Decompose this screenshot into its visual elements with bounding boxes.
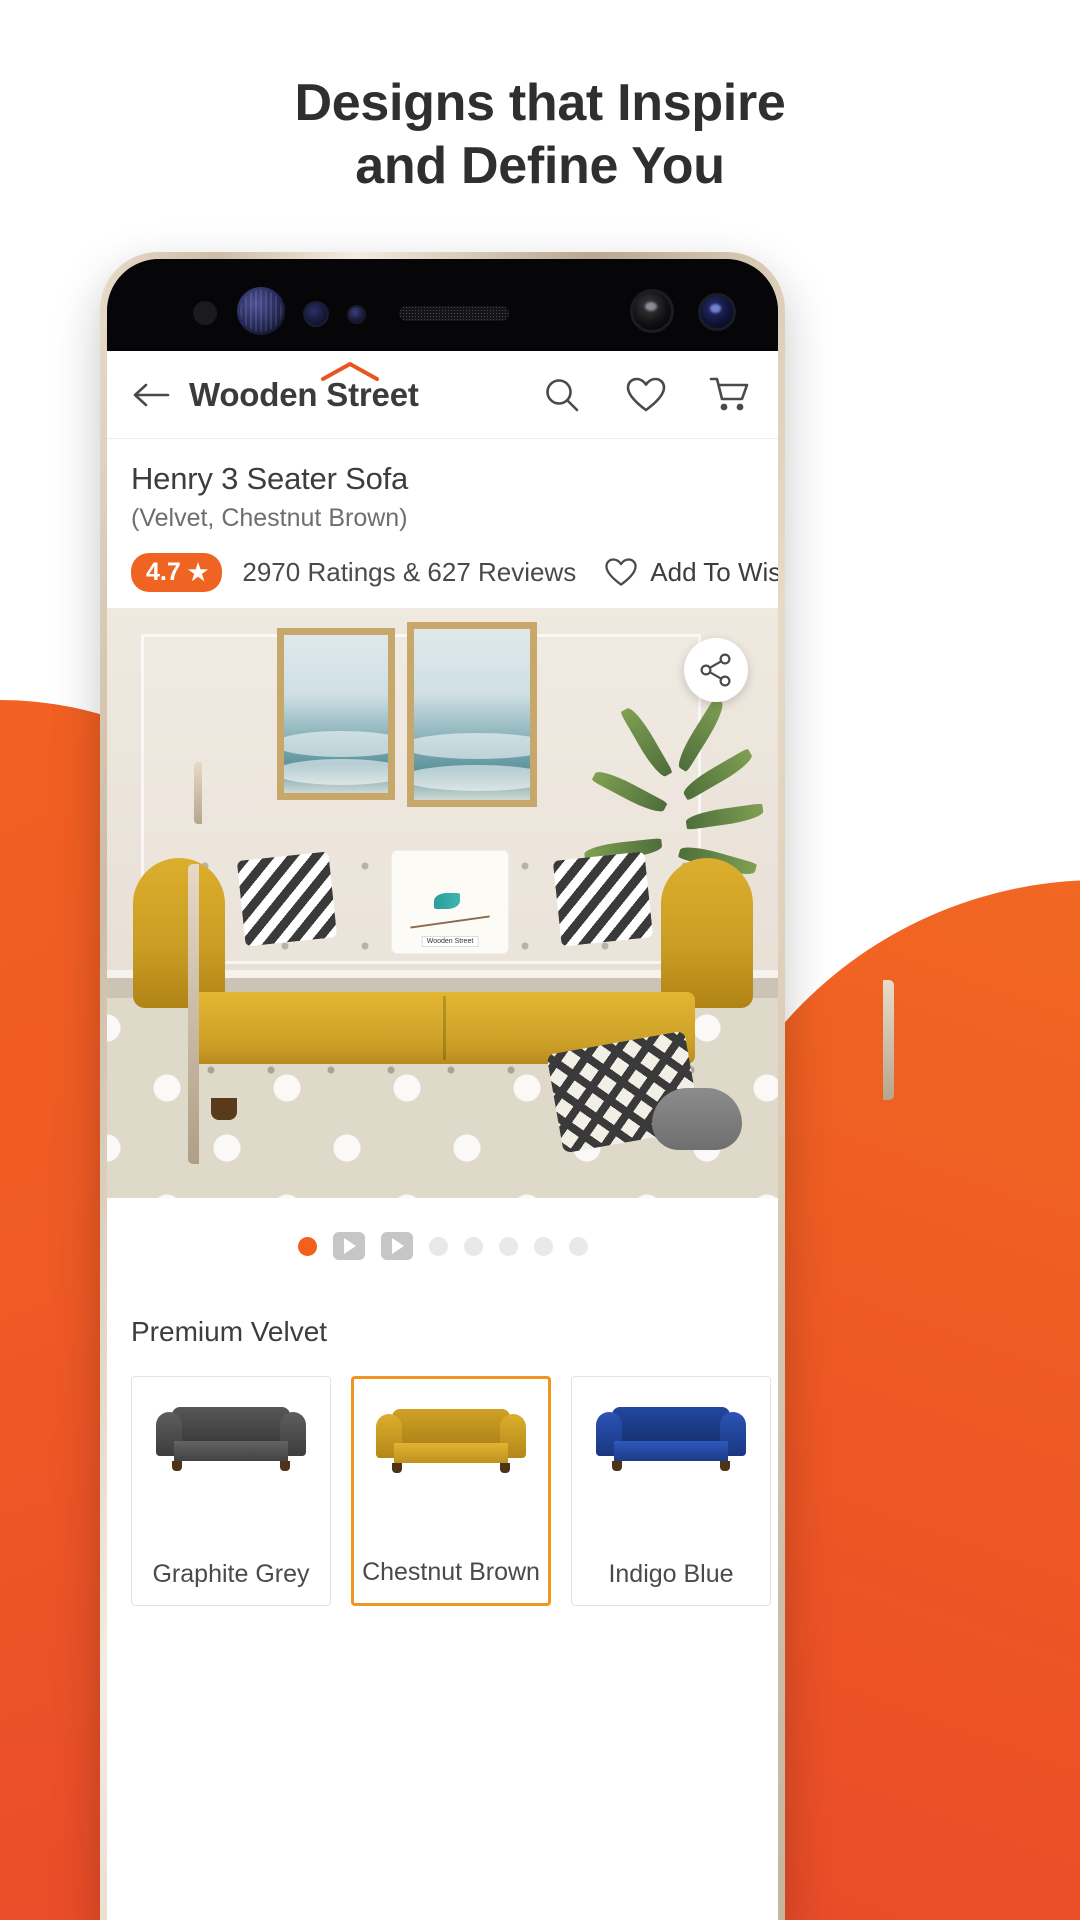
earpiece-speaker	[399, 306, 509, 321]
swatch-sofa-thumbnail	[376, 1409, 526, 1473]
swatch-graphite-grey[interactable]: Graphite Grey	[131, 1376, 331, 1606]
wishlist-label: Add To Wishlist	[650, 557, 778, 587]
swatch-label: Graphite Grey	[152, 1560, 310, 1588]
page-headline: Designs that Inspire and Define You	[0, 72, 1080, 199]
secondary-camera-icon	[698, 293, 736, 331]
headline-line-2: and Define You	[355, 137, 725, 196]
rating-row: 4.7 ★ 2970 Ratings & 627 Reviews Add To …	[131, 553, 778, 592]
brand-name-text: Wooden Street	[189, 375, 419, 413]
phone-mockup: Wooden Street Henry 3 Seater Sofa (Velve…	[100, 252, 894, 1920]
app-header: Wooden Street	[107, 351, 778, 439]
search-button[interactable]	[540, 373, 584, 417]
add-to-wishlist-button[interactable]: Add To Wishlist	[604, 557, 778, 588]
carousel-dot-7[interactable]	[533, 1236, 553, 1256]
bird-pillow-center: Wooden Street	[391, 850, 509, 954]
app-header-actions	[540, 373, 752, 417]
chevron-pillow-left	[236, 851, 338, 947]
product-subtitle: (Velvet, Chestnut Brown)	[131, 504, 408, 532]
framed-art-left	[277, 628, 395, 800]
sofa-arm-right	[661, 858, 753, 1008]
play-icon	[392, 1238, 404, 1254]
phone-body: Wooden Street Henry 3 Seater Sofa (Velve…	[107, 259, 778, 1920]
carousel-dot-8[interactable]	[568, 1236, 588, 1256]
search-icon	[546, 378, 579, 411]
product-info-block: Henry 3 Seater Sofa (Velvet, Chestnut Br…	[107, 439, 778, 608]
phone-screen: Wooden Street Henry 3 Seater Sofa (Velve…	[107, 351, 778, 1920]
phone-button-volume	[188, 864, 199, 1164]
carousel-dot-4[interactable]	[428, 1236, 448, 1256]
sofa-leg-left	[211, 1098, 237, 1120]
premium-velvet-section: Premium Velvet Graphite Grey Chestnut Br…	[107, 1290, 778, 1606]
phone-button-power	[883, 980, 894, 1100]
bird-motif	[434, 893, 460, 909]
rating-value: 4.7	[146, 558, 181, 586]
front-camera-icon	[630, 289, 674, 333]
swatch-sofa-thumbnail	[156, 1407, 306, 1471]
headline-line-1: Designs that Inspire	[294, 74, 786, 132]
back-arrow-icon	[133, 383, 170, 406]
ratings-reviews-text: 2970 Ratings & 627 Reviews	[242, 557, 577, 587]
cart-icon	[709, 377, 749, 410]
proximity-sensor-icon	[303, 301, 329, 327]
play-icon	[344, 1238, 356, 1254]
carousel-dot-1[interactable]	[297, 1236, 317, 1256]
floor-pouf	[652, 1088, 742, 1150]
color-swatch-list: Graphite Grey Chestnut Brown Indigo Blue	[131, 1376, 771, 1606]
carousel-dot-6[interactable]	[498, 1236, 518, 1256]
chevron-pillow-right	[552, 851, 654, 947]
swatch-label: Indigo Blue	[608, 1560, 734, 1588]
cart-button[interactable]	[708, 373, 752, 417]
swatch-label: Chestnut Brown	[362, 1558, 540, 1586]
phone-top-bezel	[107, 259, 778, 351]
product-title: Henry 3 Seater Sofa	[131, 461, 409, 496]
roof-chevron-icon	[320, 361, 379, 381]
rating-badge[interactable]: 4.7 ★	[131, 553, 223, 592]
sofa-arm-left	[133, 858, 225, 1008]
swatch-sofa-thumbnail	[596, 1407, 746, 1471]
brand-logo[interactable]: Wooden Street	[189, 361, 419, 414]
carousel-dot-5[interactable]	[463, 1236, 483, 1256]
velvet-section-title: Premium Velvet	[131, 1316, 328, 1347]
pillow-brand-tag: Wooden Street	[421, 936, 479, 947]
branch-motif	[410, 915, 490, 929]
framed-art-right	[407, 622, 537, 807]
swatch-indigo-blue[interactable]: Indigo Blue	[571, 1376, 771, 1606]
back-button[interactable]	[127, 372, 173, 418]
star-icon: ★	[187, 559, 209, 585]
carousel-indicators	[107, 1198, 778, 1290]
wishlist-button[interactable]	[624, 373, 668, 417]
share-icon	[700, 653, 731, 687]
heart-icon	[626, 377, 666, 411]
led-indicator-icon	[347, 305, 366, 324]
share-button[interactable]	[684, 638, 748, 702]
phone-button-left-upper	[194, 762, 202, 824]
product-image-carousel[interactable]: Wooden Street	[107, 608, 778, 1198]
carousel-video-2[interactable]	[380, 1232, 413, 1260]
swatch-chestnut-brown[interactable]: Chestnut Brown	[351, 1376, 551, 1606]
iris-scanner-icon	[237, 287, 285, 335]
carousel-video-1[interactable]	[332, 1232, 365, 1260]
ir-sensor-icon	[193, 301, 217, 325]
heart-outline-icon	[605, 558, 637, 586]
